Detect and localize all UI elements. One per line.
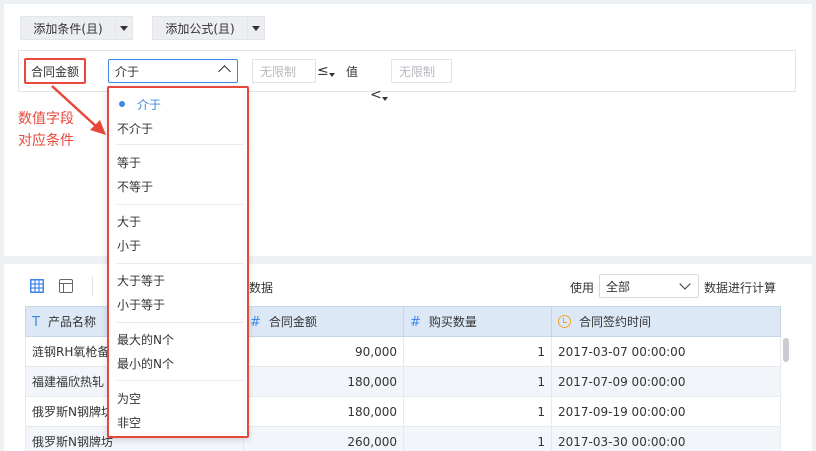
use-label: 使用	[570, 281, 595, 295]
menu-item-label: 大于等于	[117, 273, 166, 288]
table-view-icon[interactable]	[30, 279, 44, 293]
menu-item-less[interactable]: 小于	[109, 233, 247, 257]
menu-item-label: 最大的N个	[117, 332, 174, 347]
operator-dropdown-menu: 介于 不介于 等于 不等于 大于 小于 大于等于 小于等于 最大的N个 最小的N…	[107, 86, 249, 438]
column-header-label: 合同签约时间	[579, 315, 652, 329]
annotation-text: 数值字段 对应条件	[18, 108, 74, 152]
menu-divider	[117, 204, 243, 205]
clock-icon	[558, 315, 571, 328]
menu-divider	[117, 322, 243, 323]
caret-down-icon	[120, 25, 128, 31]
text-type-icon: T	[32, 315, 40, 330]
number-type-icon: #	[410, 315, 421, 330]
column-header-quantity[interactable]: # 购买数量	[403, 306, 552, 337]
menu-item-label: 最小的N个	[117, 356, 174, 371]
add-condition-dropdown-toggle[interactable]	[115, 16, 133, 40]
cell-amount: 90,000	[243, 336, 404, 367]
max-operator-select[interactable]: <	[368, 83, 390, 107]
menu-item-less-equal[interactable]: 小于等于	[109, 292, 247, 316]
add-condition-button[interactable]: 添加条件(且)	[20, 16, 116, 40]
max-operator-value: <	[370, 87, 382, 103]
menu-item-label: 非空	[117, 415, 142, 430]
menu-item-top-n[interactable]: 最大的N个	[109, 327, 247, 351]
column-header-label: 合同金额	[268, 315, 317, 329]
caret-down-icon	[252, 25, 260, 31]
max-value-input[interactable]: 无限制	[391, 59, 452, 83]
menu-divider	[117, 263, 243, 264]
table-scrollbar-thumb[interactable]	[783, 338, 789, 362]
add-formula-dropdown-toggle[interactable]	[247, 16, 265, 40]
menu-item-not-equal[interactable]: 不等于	[109, 174, 247, 198]
column-header-label: 产品名称	[47, 315, 96, 329]
chevron-up-icon	[218, 65, 231, 78]
cell-quantity: 1	[403, 336, 552, 367]
cell-amount: 260,000	[243, 426, 404, 451]
menu-item-label: 不介于	[117, 121, 154, 136]
menu-item-equal[interactable]: 等于	[109, 150, 247, 174]
operator-select-value: 介于	[115, 64, 140, 79]
column-header-amount[interactable]: # 合同金额	[243, 306, 404, 337]
min-operator-value: ≤	[317, 63, 329, 79]
column-header-sign-time[interactable]: 合同签约时间	[551, 306, 781, 337]
number-type-icon: #	[250, 315, 261, 330]
preview-data-label: 数据	[249, 281, 274, 295]
menu-item-label: 为空	[117, 391, 142, 406]
menu-item-bottom-n[interactable]: 最小的N个	[109, 351, 247, 375]
menu-item-greater[interactable]: 大于	[109, 209, 247, 233]
data-scope-select-value: 全部	[606, 279, 631, 294]
menu-item-label: 小于等于	[117, 297, 166, 312]
annotation-line-2: 对应条件	[18, 133, 74, 149]
cell-sign-time: 2017-03-07 00:00:00	[551, 336, 781, 367]
menu-item-label: 小于	[117, 238, 142, 253]
menu-item-between[interactable]: 介于	[109, 92, 247, 116]
cell-amount: 180,000	[243, 366, 404, 397]
selected-dot-icon	[119, 101, 125, 107]
cell-sign-time: 2017-09-19 00:00:00	[551, 396, 781, 427]
cell-quantity: 1	[403, 366, 552, 397]
menu-item-label: 介于	[137, 97, 162, 112]
add-formula-button[interactable]: 添加公式(且)	[152, 16, 248, 40]
menu-item-not-between[interactable]: 不介于	[109, 116, 247, 140]
card-view-icon[interactable]	[59, 279, 73, 293]
cell-quantity: 1	[403, 396, 552, 427]
min-operator-select[interactable]: ≤	[315, 59, 337, 83]
cell-sign-time: 2017-03-30 00:00:00	[551, 426, 781, 451]
calc-label: 数据进行计算	[704, 281, 777, 295]
menu-divider	[117, 380, 243, 381]
value-label: 值	[346, 65, 359, 79]
cell-quantity: 1	[403, 426, 552, 451]
menu-divider	[117, 144, 243, 145]
caret-down-icon	[329, 73, 335, 77]
menu-item-label: 等于	[117, 155, 142, 170]
menu-item-is-empty[interactable]: 为空	[109, 386, 247, 410]
data-scope-select[interactable]: 全部	[599, 274, 699, 298]
cell-sign-time: 2017-07-09 00:00:00	[551, 366, 781, 397]
chevron-down-icon	[679, 278, 691, 290]
operator-select[interactable]: 介于	[108, 59, 238, 83]
toolbar-divider	[92, 276, 93, 296]
menu-item-greater-equal[interactable]: 大于等于	[109, 268, 247, 292]
cell-amount: 180,000	[243, 396, 404, 427]
caret-down-icon	[382, 97, 388, 101]
menu-item-not-empty[interactable]: 非空	[109, 410, 247, 434]
min-value-input[interactable]: 无限制	[252, 59, 316, 83]
menu-item-label: 大于	[117, 214, 142, 229]
column-header-label: 购买数量	[428, 315, 477, 329]
menu-item-label: 不等于	[117, 179, 154, 194]
annotation-line-1: 数值字段	[18, 111, 74, 127]
